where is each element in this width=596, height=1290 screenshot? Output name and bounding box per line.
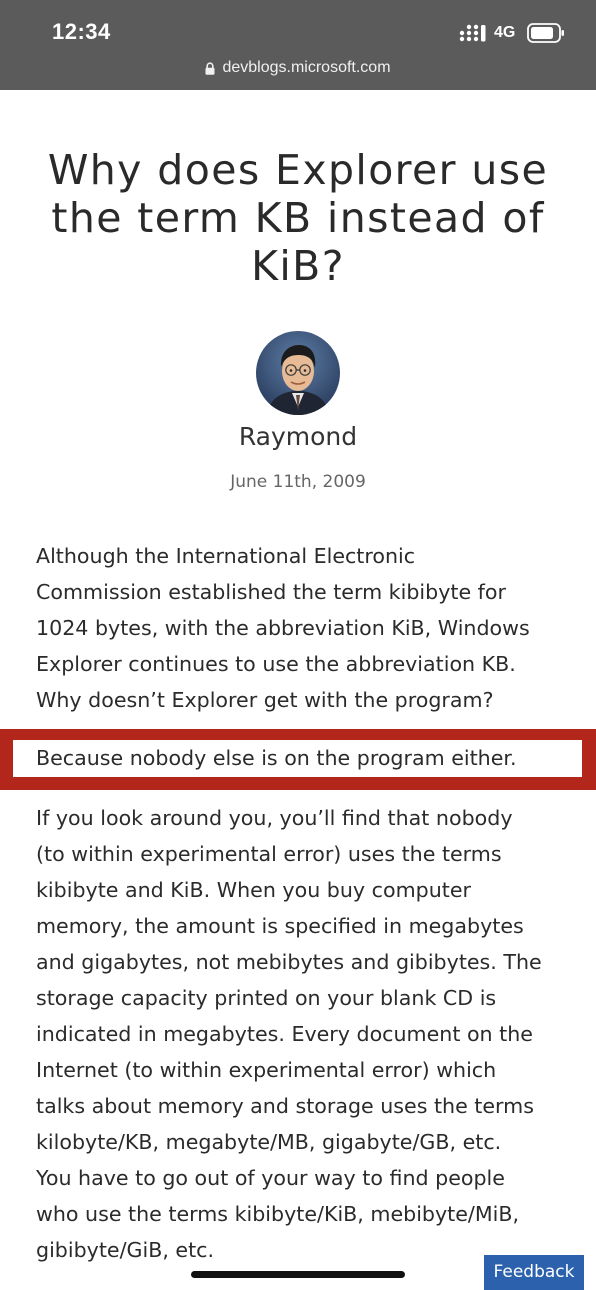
home-indicator[interactable] <box>191 1271 405 1278</box>
author-photo <box>256 331 340 415</box>
lock-icon <box>205 62 215 75</box>
text-line: who use the terms kibibyte/KiB, mebibyte… <box>36 1202 520 1226</box>
text-line: storage capacity printed on your blank C… <box>36 986 497 1010</box>
body-paragraph: If you look around you, you’ll find that… <box>36 800 564 1268</box>
text-line: Although the International Electronic <box>36 544 416 568</box>
text-line: kilobyte/KB, megabyte/MB, gigabyte/GB, e… <box>36 1130 502 1154</box>
text-line: 1024 bytes, with the abbreviation KiB, W… <box>36 616 530 640</box>
text-line: Commission established the term kibibyte… <box>36 580 506 604</box>
text-line: You have to go out of your way to find p… <box>36 1166 505 1190</box>
text-line: Why doesn’t Explorer get with the progra… <box>36 688 494 712</box>
address-bar[interactable]: devblogs.microsoft.com <box>0 57 596 79</box>
title-line: Why does Explorer use <box>47 146 549 194</box>
text-line: and gigabytes, not mebibytes and gibibyt… <box>36 950 542 974</box>
publish-date: June 11th, 2009 <box>230 472 366 492</box>
text-line: (to within experimental error) uses the … <box>36 842 502 866</box>
feedback-button[interactable]: Feedback <box>484 1255 584 1290</box>
text-line: kibibyte and KiB. When you buy computer <box>36 878 471 902</box>
title-line: KiB? <box>251 242 345 290</box>
highlighted-sentence: Because nobody else is on the program ei… <box>36 746 517 770</box>
signal-icon <box>459 24 486 42</box>
intro-paragraph: Although the International Electronic Co… <box>36 538 564 718</box>
highlight-inner: Because nobody else is on the program ei… <box>13 740 582 777</box>
status-and-url-bar: 12:34 4G devblogs.microsoft.com <box>0 0 596 90</box>
text-line: If you look around you, you’ll find that… <box>36 806 513 830</box>
text-line: Explorer continues to use the abbreviati… <box>36 652 516 676</box>
url-text: devblogs.microsoft.com <box>222 59 391 76</box>
text-line: talks about memory and storage uses the … <box>36 1094 534 1118</box>
text-line: Internet (to within experimental error) … <box>36 1058 497 1082</box>
author-avatar[interactable] <box>256 331 340 415</box>
battery-icon <box>527 23 564 43</box>
text-line: memory, the amount is specified in megab… <box>36 914 524 938</box>
text-line: indicated in megabytes. Every document o… <box>36 1022 533 1046</box>
highlight-box: Because nobody else is on the program ei… <box>0 729 596 790</box>
article-title: Why does Explorer use the term KB instea… <box>30 146 566 290</box>
text-line: gibibyte/GiB, etc. <box>36 1238 215 1262</box>
title-line: the term KB instead of <box>51 194 545 242</box>
network-type: 4G <box>494 24 516 41</box>
author-name[interactable]: Raymond <box>0 422 596 451</box>
status-time: 12:34 <box>52 19 111 44</box>
